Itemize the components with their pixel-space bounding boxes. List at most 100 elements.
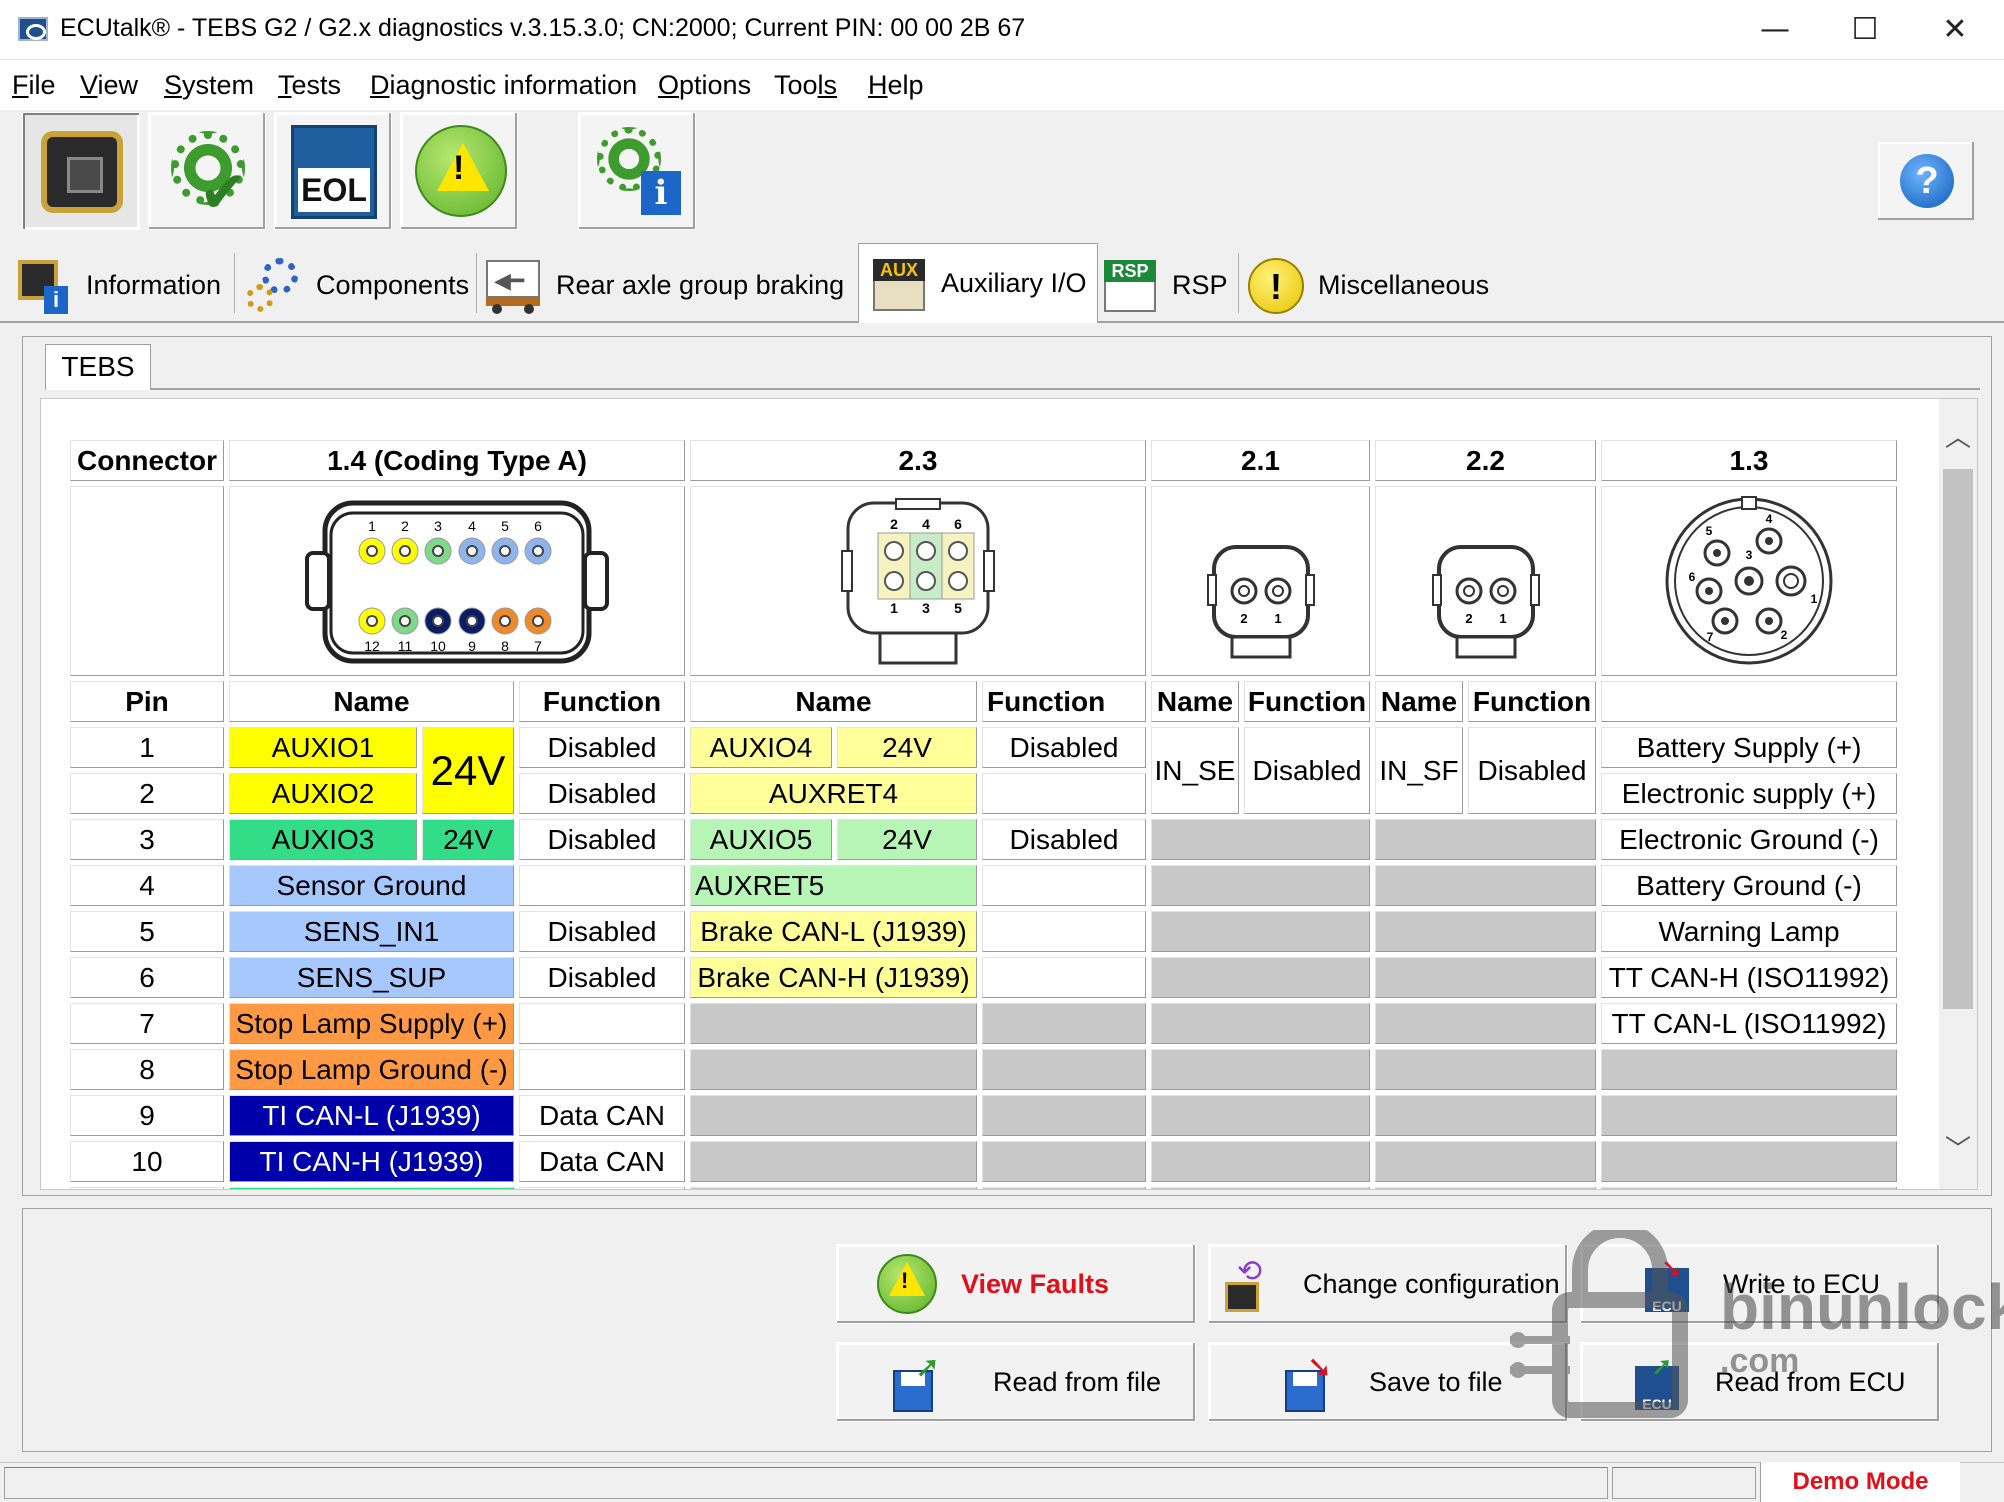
c23-function-cell[interactable]: Disabled (982, 819, 1146, 860)
c14-function-cell[interactable]: Disabled (519, 819, 685, 860)
warning-button[interactable]: ! (400, 112, 518, 230)
read-from-ecu-button[interactable]: ECU ➚ Read from ECU (1580, 1342, 1940, 1422)
svg-text:7: 7 (534, 638, 542, 654)
scroll-down-icon[interactable]: ﹀ (1945, 1129, 1971, 1166)
c23-function-cell[interactable] (982, 957, 1146, 998)
scroll-up-icon[interactable]: ︿ (1945, 417, 1971, 454)
c14-name-cell[interactable]: AUXIO1 (229, 727, 417, 768)
c22-empty-cell (1375, 819, 1596, 860)
menu-system[interactable]: System (164, 70, 254, 101)
c14-name-cell[interactable]: TI CAN-L (J1939) (229, 1095, 514, 1136)
menu-options[interactable]: Options (658, 70, 751, 101)
c14-function-cell[interactable] (519, 865, 685, 906)
ecu-button[interactable] (22, 112, 140, 230)
pin-table: Connector 1.4 (Coding Type A) 2.3 2.1 2.… (65, 435, 1902, 1189)
c14-name-cell[interactable]: Stop Lamp Supply (+) (229, 1003, 514, 1044)
c13-cell[interactable]: Battery Ground (-) (1601, 865, 1897, 906)
svg-text:1: 1 (1811, 592, 1818, 606)
c23-function-cell[interactable]: Disabled (982, 727, 1146, 768)
tab-components[interactable]: Components (244, 249, 469, 321)
chip-icon (47, 137, 117, 207)
c23-function-cell[interactable] (982, 911, 1146, 952)
c14-name-cell[interactable]: Stop Lamp Ground (-) (229, 1049, 514, 1090)
warning-icon: ! (877, 1254, 937, 1314)
c13-cell[interactable]: Electronic Ground (-) (1601, 819, 1897, 860)
c14-name-cell[interactable]: TI CAN-H (J1939) (229, 1141, 514, 1182)
menu-view[interactable]: View (80, 70, 138, 101)
c14-voltage-cell[interactable]: 24V (422, 819, 514, 860)
c14-name-cell[interactable]: SENS_IN1 (229, 911, 514, 952)
c23-voltage-cell[interactable]: 24V (837, 819, 977, 860)
minimize-button[interactable]: — (1730, 0, 1820, 60)
menu-diagnostic-information[interactable]: Diagnostic information (370, 70, 637, 101)
c23-name-cell[interactable]: AUXRET5 (690, 865, 977, 906)
c23-name-cell[interactable]: AUXIO4 (690, 727, 832, 768)
svg-text:6: 6 (534, 518, 542, 534)
c14-name-cell[interactable]: AUXIO3 (229, 819, 417, 860)
c14-name-cell[interactable]: Sensor Ground (229, 865, 514, 906)
c14-function-cell[interactable]: Data CAN (519, 1095, 685, 1136)
c13-cell[interactable]: Warning Lamp (1601, 911, 1897, 952)
menu-tools[interactable]: Tools (774, 70, 837, 101)
c14-name-cell[interactable]: SENS_SUP (229, 957, 514, 998)
aux-icon: AUX (869, 255, 927, 313)
c14-function-cell[interactable] (519, 1049, 685, 1090)
view-faults-button[interactable]: ! View Faults (836, 1244, 1196, 1324)
read-from-file-button[interactable]: ➚ Read from file (836, 1342, 1196, 1422)
menu-tests[interactable]: Tests (278, 70, 341, 101)
tab-information[interactable]: i Information (14, 249, 221, 321)
c13-cell[interactable]: Electronic supply (+) (1601, 773, 1897, 814)
tab-miscellaneous[interactable]: ! Miscellaneous (1246, 249, 1489, 321)
c22-function-cell[interactable]: Disabled (1468, 727, 1596, 814)
settings-check-button[interactable]: ✔ (148, 112, 266, 230)
vertical-scrollbar[interactable]: ︿ ﹀ (1939, 399, 1977, 1189)
menu-file[interactable]: File (12, 70, 56, 101)
write-to-ecu-button[interactable]: ECU ➘ Write to ECU (1580, 1244, 1940, 1324)
tab-rear-axle-group-braking[interactable]: ◀━ Rear axle group braking (484, 249, 844, 321)
status-bar (0, 1462, 2004, 1502)
c14-function-cell[interactable]: Data CAN (519, 1141, 685, 1182)
tab-rsp[interactable]: RSP RSP (1100, 249, 1228, 321)
help-button[interactable]: ? (1878, 142, 1974, 220)
c21-name-cell[interactable]: IN_SE (1151, 727, 1239, 814)
change-configuration-button[interactable]: ⟲ Change configuration (1208, 1244, 1568, 1324)
c13-cell[interactable]: TT CAN-L (ISO11992) (1601, 1003, 1897, 1044)
c23-voltage-cell[interactable]: 24V (837, 727, 977, 768)
table-row: 10 TI CAN-H (J1939) Data CAN (70, 1141, 1897, 1182)
c14-function-cell[interactable]: Disabled (519, 911, 685, 952)
c21-empty-cell (1151, 911, 1370, 952)
eol-button[interactable]: EOL (274, 112, 392, 230)
tab-tebs[interactable]: TEBS (45, 344, 151, 390)
menu-help[interactable]: Help (868, 70, 924, 101)
pin-number: 7 (70, 1003, 224, 1044)
c22-empty-cell (1375, 957, 1596, 998)
c23-name-cell[interactable]: AUXRET4 (690, 773, 977, 814)
c14-function-cell[interactable]: Disabled (519, 727, 685, 768)
c14-name-cell[interactable] (229, 1187, 514, 1189)
c23-empty-cell (982, 1003, 1146, 1044)
c23-name-cell[interactable]: Brake CAN-L (J1939) (690, 911, 977, 952)
c23-name-cell[interactable]: AUXIO5 (690, 819, 832, 860)
close-button[interactable]: ✕ (1910, 0, 2000, 60)
c22-name-cell[interactable]: IN_SF (1375, 727, 1463, 814)
c13-cell[interactable]: Battery Supply (+) (1601, 727, 1897, 768)
pin-grid-area: Connector 1.4 (Coding Type A) 2.3 2.1 2.… (40, 398, 1978, 1190)
save-to-file-button[interactable]: ➘ Save to file (1208, 1342, 1568, 1422)
c23-function-cell[interactable] (982, 773, 1146, 814)
gear-info-button[interactable]: i (578, 112, 696, 230)
c14-function-cell[interactable] (519, 1003, 685, 1044)
c14-function-cell[interactable]: Disabled (519, 957, 685, 998)
c23-function-cell[interactable] (982, 865, 1146, 906)
c14-voltage-cell[interactable]: 24V (422, 727, 514, 814)
c23-empty-cell (982, 1187, 1146, 1189)
svg-text:8: 8 (501, 638, 509, 654)
c14-function-cell[interactable]: Disabled (519, 773, 685, 814)
c23-name-cell[interactable]: Brake CAN-H (J1939) (690, 957, 977, 998)
c13-cell[interactable]: TT CAN-H (ISO11992) (1601, 957, 1897, 998)
scroll-thumb[interactable] (1943, 469, 1973, 1009)
maximize-button[interactable]: ☐ (1820, 0, 1910, 60)
c14-name-cell[interactable]: AUXIO2 (229, 773, 417, 814)
tab-auxiliary-io[interactable]: AUX Auxiliary I/O (858, 243, 1098, 323)
c21-function-cell[interactable]: Disabled (1244, 727, 1370, 814)
c14-function-cell[interactable] (519, 1187, 685, 1189)
